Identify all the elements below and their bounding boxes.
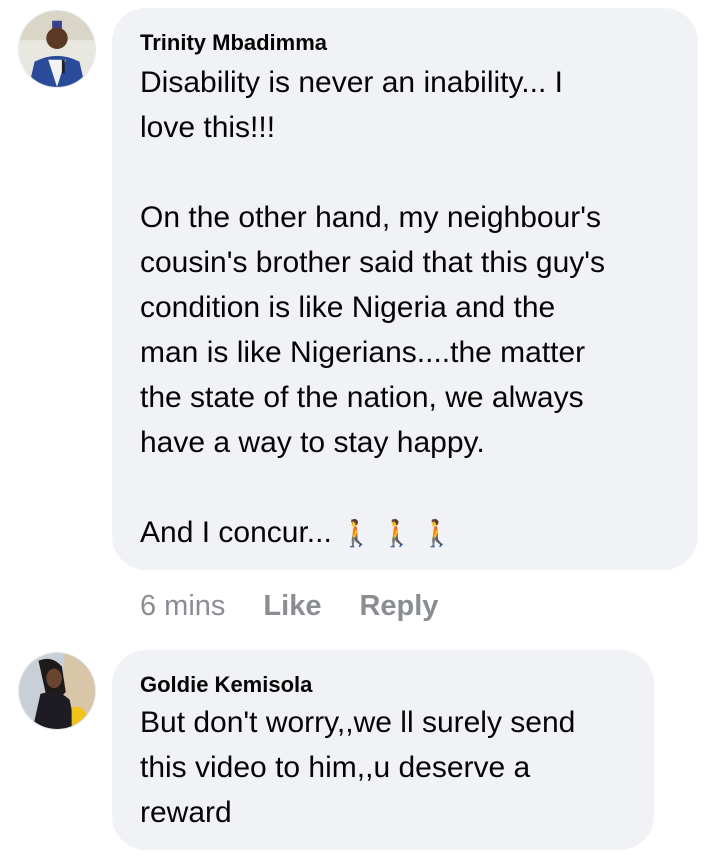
comment-actions: 6 mins Like Reply	[140, 586, 438, 626]
comment-text-body: Disability is never an inability... I lo…	[140, 66, 606, 549]
comment-timestamp: 6 mins	[140, 589, 226, 622]
comment-text: But don't worry,,we ll surely send this …	[140, 706, 576, 829]
reply-button[interactable]: Reply	[359, 590, 438, 623]
avatar-image	[19, 11, 95, 87]
walking-person-emoji: 🚶🚶🚶	[340, 519, 462, 549]
comment-author[interactable]: Goldie Kemisola	[140, 672, 312, 698]
avatar-image	[19, 653, 95, 729]
comment-author[interactable]: Trinity Mbadimma	[140, 30, 327, 56]
avatar[interactable]	[18, 652, 96, 730]
avatar[interactable]	[18, 10, 96, 88]
like-button[interactable]: Like	[263, 590, 321, 623]
comment-text: Disability is never an inability... I lo…	[140, 60, 690, 557]
